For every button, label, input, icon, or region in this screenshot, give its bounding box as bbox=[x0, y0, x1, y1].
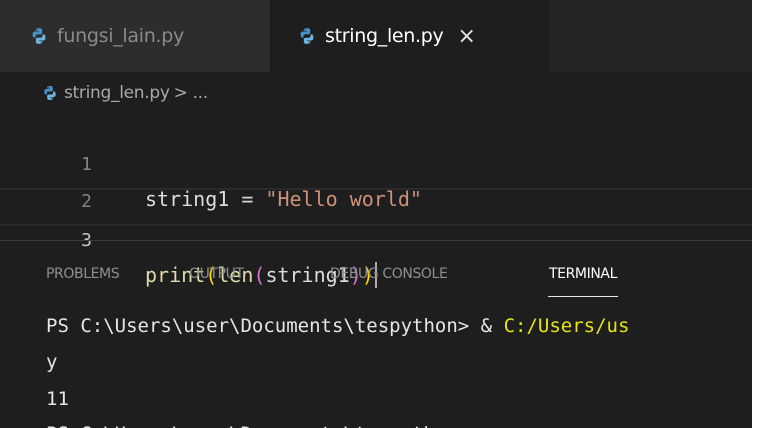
terminal-prompt: PS C:\Users\user\Documents\tespython> & bbox=[46, 315, 504, 337]
python-file-icon bbox=[32, 28, 46, 44]
breadcrumb: string_len.py > ... bbox=[42, 80, 208, 106]
vscode-window: fungsi_lain.py string_len.py × string_le… bbox=[0, 0, 752, 428]
breadcrumb-more[interactable]: ... bbox=[193, 83, 209, 103]
terminal-line: y bbox=[46, 351, 58, 373]
tab-debug-console[interactable]: DEBUG CONSOLE bbox=[330, 266, 448, 282]
python-file-icon bbox=[44, 86, 56, 100]
terminal-command-path: C:/Users/us bbox=[503, 315, 630, 337]
code-line-current[interactable]: 3 print(len(string1)) bbox=[0, 188, 752, 288]
code-editor[interactable]: 1 string1 = "Hello world" 2 3 print(len(… bbox=[0, 112, 752, 288]
terminal-line: PS C:\Users\user\Documents\tespython> bbox=[46, 420, 469, 428]
tab-terminal[interactable]: TERMINAL bbox=[548, 266, 618, 297]
terminal-output[interactable]: PS C:\Users\user\Documents\tespython> & … bbox=[0, 312, 752, 428]
tab-string-len[interactable]: string_len.py × bbox=[270, 0, 550, 72]
terminal-line: 11 bbox=[46, 388, 69, 410]
terminal-line: PS C:\Users\user\Documents\tespython> & … bbox=[46, 312, 629, 340]
tab-output[interactable]: OUTPUT bbox=[189, 266, 244, 282]
close-icon[interactable]: × bbox=[458, 24, 476, 49]
window-edge bbox=[752, 0, 759, 428]
line-number: 3 bbox=[0, 224, 92, 258]
panel-tab-bar: PROBLEMS OUTPUT DEBUG CONSOLE TERMINAL bbox=[0, 256, 752, 302]
panel-divider[interactable] bbox=[0, 240, 752, 241]
code-line[interactable]: 1 string1 = "Hello world" bbox=[0, 114, 752, 211]
tab-label: string_len.py bbox=[325, 25, 444, 47]
editor-tab-bar: fungsi_lain.py string_len.py × bbox=[0, 0, 752, 72]
tab-fungsi-lain[interactable]: fungsi_lain.py bbox=[0, 0, 270, 72]
tab-label: fungsi_lain.py bbox=[57, 25, 184, 47]
tab-problems[interactable]: PROBLEMS bbox=[46, 266, 120, 282]
python-file-icon bbox=[300, 28, 314, 44]
breadcrumb-separator: > bbox=[173, 83, 188, 103]
breadcrumb-file[interactable]: string_len.py bbox=[64, 83, 170, 103]
code-line[interactable]: 2 bbox=[0, 151, 752, 212]
